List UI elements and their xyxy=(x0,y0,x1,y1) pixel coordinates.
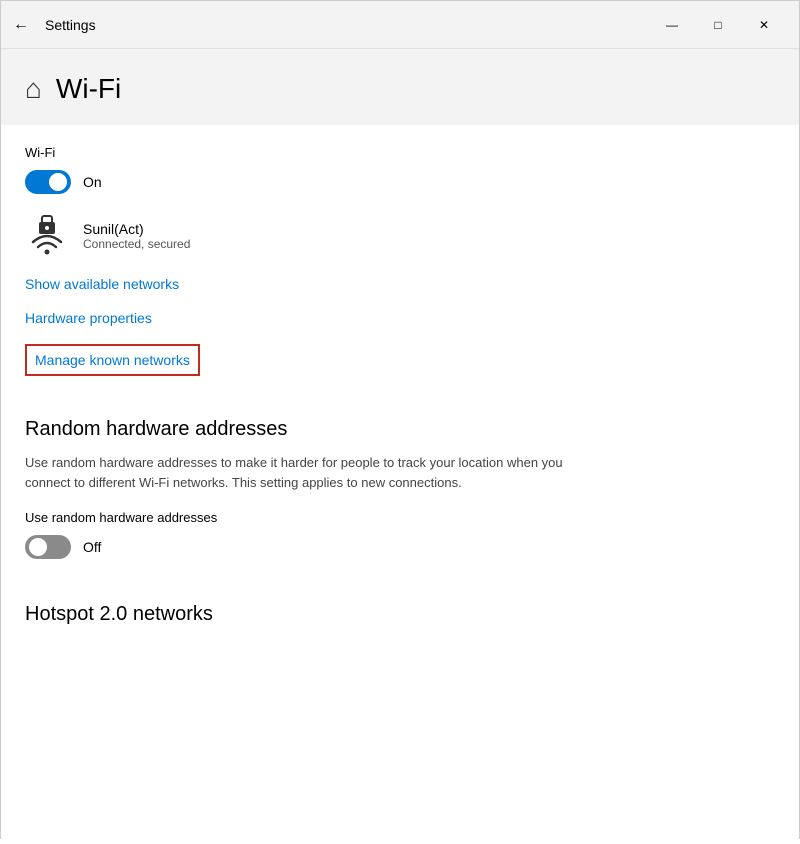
random-hardware-description: Use random hardware addresses to make it… xyxy=(25,453,605,492)
show-available-networks-link[interactable]: Show available networks xyxy=(25,276,775,292)
title-bar: ← Settings — □ ✕ xyxy=(1,1,799,49)
page-header: ⌂ Wi-Fi xyxy=(1,49,799,125)
wifi-toggle[interactable] xyxy=(25,170,71,194)
minimize-button[interactable]: — xyxy=(649,9,695,41)
wifi-signal-icon xyxy=(25,214,69,258)
close-button[interactable]: ✕ xyxy=(741,9,787,41)
manage-known-networks-link[interactable]: Manage known networks xyxy=(25,344,200,376)
hotspot-heading: Hotspot 2.0 networks xyxy=(25,603,775,626)
wifi-toggle-label: On xyxy=(83,174,102,190)
back-button[interactable]: ← xyxy=(13,16,29,34)
random-hardware-toggle-label: Use random hardware addresses xyxy=(25,510,775,525)
random-hardware-toggle-row: Off xyxy=(25,535,775,559)
random-hardware-heading: Random hardware addresses xyxy=(25,418,775,441)
wifi-toggle-row: On xyxy=(25,170,775,194)
random-hardware-toggle-off-label: Off xyxy=(83,539,101,555)
hardware-properties-link[interactable]: Hardware properties xyxy=(25,310,775,326)
network-name: Sunil(Act) xyxy=(83,221,190,237)
toggle-thumb xyxy=(49,173,67,191)
connected-network-row: Sunil(Act) Connected, secured xyxy=(25,214,775,258)
wifi-page-icon: ⌂ xyxy=(25,73,42,105)
toggle-thumb-off xyxy=(29,538,47,556)
title-bar-title: Settings xyxy=(45,17,649,33)
content-area: Wi-Fi On Sunil(Act) Connected, secured xyxy=(1,125,799,844)
network-info: Sunil(Act) Connected, secured xyxy=(83,221,190,251)
maximize-button[interactable]: □ xyxy=(695,9,741,41)
wifi-section-label: Wi-Fi xyxy=(25,145,775,160)
network-status: Connected, secured xyxy=(83,237,190,251)
window-controls: — □ ✕ xyxy=(649,9,787,41)
page-title: Wi-Fi xyxy=(56,73,121,105)
random-hardware-toggle[interactable] xyxy=(25,535,71,559)
